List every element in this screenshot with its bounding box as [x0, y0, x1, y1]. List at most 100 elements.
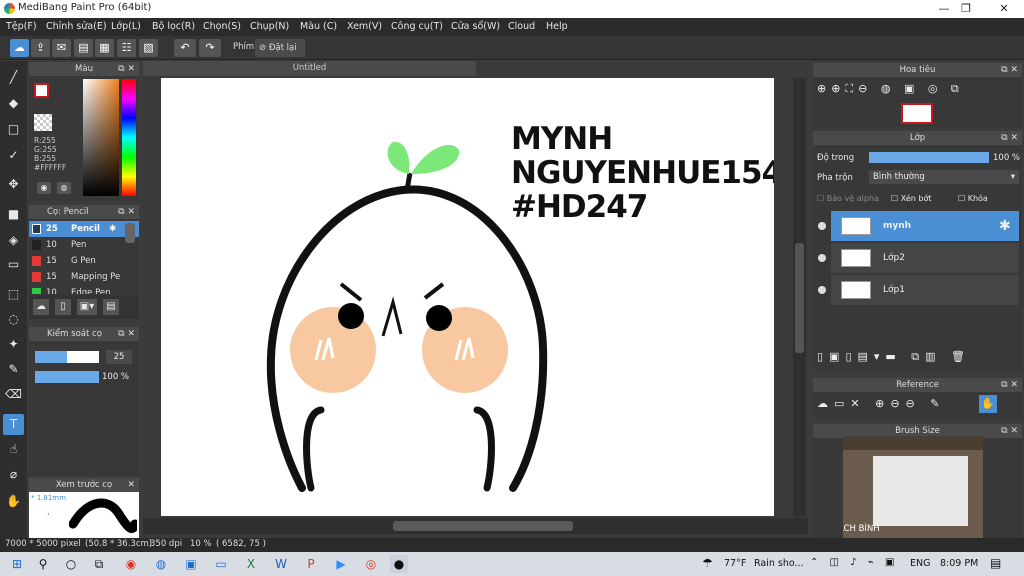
weather-text[interactable]: Rain sho...: [754, 558, 804, 569]
palette-icon[interactable]: ◉: [37, 182, 51, 194]
panel-close-icon[interactable]: ⧉ ✕: [118, 62, 135, 76]
size-slider[interactable]: [35, 351, 99, 363]
menu-cloud[interactable]: Cloud: [508, 21, 535, 32]
layer-row[interactable]: Lớp2: [831, 243, 1019, 273]
select-eraser-tool-icon[interactable]: ⌫: [3, 384, 24, 405]
blend-select[interactable]: Bình thường ▾: [869, 170, 1019, 184]
menu-color[interactable]: Màu (C): [300, 21, 337, 32]
app-icon[interactable]: ◉: [122, 555, 140, 573]
panel-close-icon[interactable]: ⧉ ✕: [1001, 424, 1018, 438]
share-icon[interactable]: ⇪: [31, 39, 50, 57]
transparent-swatch[interactable]: [34, 114, 52, 131]
size-value[interactable]: 25: [106, 350, 132, 364]
task-view-icon[interactable]: ⧉: [90, 555, 108, 573]
primary-color-swatch[interactable]: [34, 83, 49, 98]
palette2-icon[interactable]: ◍: [57, 182, 71, 194]
canvas[interactable]: MYNH NGUYENHUE154 #HD247: [161, 78, 774, 516]
brush-item[interactable]: 10 Edge Pen: [29, 285, 139, 294]
panel-close-icon[interactable]: ⧉ ✕: [1001, 378, 1018, 392]
grid-icon[interactable]: ☷: [117, 39, 136, 57]
eye-icon[interactable]: [818, 222, 826, 230]
hand-tool-icon[interactable]: ✋: [3, 491, 24, 512]
menu-snap[interactable]: Chụp(N): [250, 21, 289, 32]
document-tab[interactable]: Untitled: [143, 61, 476, 76]
gradient-tool-icon[interactable]: ▭: [3, 254, 24, 275]
scroll-thumb[interactable]: [795, 243, 804, 353]
tray-icons[interactable]: ⌃ ◫ ♪ ⌁ ▣: [810, 557, 898, 568]
medibang-icon[interactable]: ●: [390, 555, 408, 573]
edge-icon[interactable]: ◍: [152, 555, 170, 573]
word-icon[interactable]: W: [272, 555, 290, 573]
lock-checkbox[interactable]: ☐ Khóa: [958, 194, 988, 203]
add-brush-icon[interactable]: ▣▾: [77, 299, 97, 315]
gear-icon[interactable]: ✱: [109, 221, 116, 237]
panel-close-icon[interactable]: ⧉ ✕: [118, 327, 135, 341]
menu-help[interactable]: Help: [546, 21, 568, 32]
excel-icon[interactable]: X: [242, 555, 260, 573]
dropper-tool-icon[interactable]: ⌀: [3, 464, 24, 485]
menu-view[interactable]: Xem(V): [347, 21, 382, 32]
comment-icon[interactable]: ✉: [52, 39, 71, 57]
panel-icon[interactable]: ▧: [139, 39, 158, 57]
cortana-icon[interactable]: ○: [62, 555, 80, 573]
weather-temp[interactable]: 77°F: [724, 558, 746, 569]
redo-icon[interactable]: ↷: [199, 39, 221, 57]
maximize-button[interactable]: ❐: [946, 0, 986, 18]
notification-icon[interactable]: ▤: [990, 556, 1001, 570]
navigator-tools[interactable]: ⊕⊕⛶⊖ ◍ ▣ ◎ ⧉: [817, 82, 964, 96]
clock[interactable]: 8:09 PM: [940, 558, 978, 569]
layer-row[interactable]: mynh ✱: [831, 211, 1019, 241]
close-button[interactable]: ✕: [984, 0, 1024, 18]
operation-tool-icon[interactable]: ☝: [3, 439, 24, 460]
reset-button[interactable]: ⊘ Đặt lại: [255, 39, 305, 57]
brush-item[interactable]: 25 Pencil ✱: [29, 221, 139, 237]
clipping-checkbox[interactable]: ☐ Xén bớt: [891, 194, 931, 203]
wand-tool-icon[interactable]: ✦: [3, 334, 24, 355]
rect-tool-icon[interactable]: □: [3, 119, 24, 140]
color-sv-picker[interactable]: [83, 79, 119, 196]
brush-item[interactable]: 10 Pen: [29, 237, 139, 253]
zoom-icon[interactable]: ▶: [332, 555, 350, 573]
layer-opacity-slider[interactable]: [869, 152, 989, 163]
lasso-tool-icon[interactable]: ◌: [3, 309, 24, 330]
brush-item[interactable]: 15 Mapping Pe: [29, 269, 139, 285]
undo-icon[interactable]: ↶: [174, 39, 196, 57]
cloud-brush-icon[interactable]: ☁: [33, 299, 49, 315]
menu-file[interactable]: Tệp(F): [6, 21, 37, 32]
horizontal-scrollbar[interactable]: [143, 518, 808, 534]
opacity-slider[interactable]: [35, 371, 99, 383]
move-tool-icon[interactable]: ✥: [3, 174, 24, 195]
new-brush-icon[interactable]: ▯: [55, 299, 71, 315]
brush-tool-icon[interactable]: ╱: [3, 67, 24, 88]
page-icon[interactable]: ▦: [95, 39, 114, 57]
monitor-icon[interactable]: ▭: [212, 555, 230, 573]
menu-tools[interactable]: Công cụ(T): [391, 21, 443, 32]
layer-row[interactable]: Lớp1: [831, 275, 1019, 305]
menu-filter[interactable]: Bộ lọc(R): [152, 21, 195, 32]
text-tool-icon[interactable]: T: [3, 414, 24, 435]
brush-scrollbar[interactable]: [125, 223, 135, 243]
menu-layer[interactable]: Lớp(L): [111, 21, 141, 32]
chat-icon[interactable]: ▤: [74, 39, 93, 57]
panel-close-icon[interactable]: ⧉ ✕: [1001, 131, 1018, 145]
powerpoint-icon[interactable]: P: [302, 555, 320, 573]
panel-close-icon[interactable]: ⧉ ✕: [118, 205, 135, 219]
fill-rect-tool-icon[interactable]: ■: [3, 204, 24, 225]
protect-alpha-checkbox[interactable]: ☐ Bảo vệ alpha: [817, 194, 879, 203]
vertical-scrollbar[interactable]: [793, 78, 806, 516]
menu-select[interactable]: Chọn(S): [203, 21, 241, 32]
bucket-tool-icon[interactable]: ◈: [3, 230, 24, 251]
select-rect-tool-icon[interactable]: ⬚: [3, 284, 24, 305]
scroll-thumb[interactable]: [393, 521, 573, 531]
brush-item[interactable]: 15 G Pen: [29, 253, 139, 269]
panel-close-icon[interactable]: ✕: [127, 478, 135, 492]
cloud-icon[interactable]: ☁: [10, 39, 29, 57]
panel-close-icon[interactable]: ⧉ ✕: [1001, 63, 1018, 77]
select-pen-tool-icon[interactable]: ✎: [3, 359, 24, 380]
language-indicator[interactable]: ENG: [910, 558, 930, 569]
chrome-icon[interactable]: ◎: [362, 555, 380, 573]
eraser-tool-icon[interactable]: ◆: [3, 93, 24, 114]
menu-edit[interactable]: Chỉnh sửa(E): [46, 21, 107, 32]
windows-start-icon[interactable]: ⊞: [8, 555, 26, 573]
check-tool-icon[interactable]: ✓: [3, 145, 24, 166]
